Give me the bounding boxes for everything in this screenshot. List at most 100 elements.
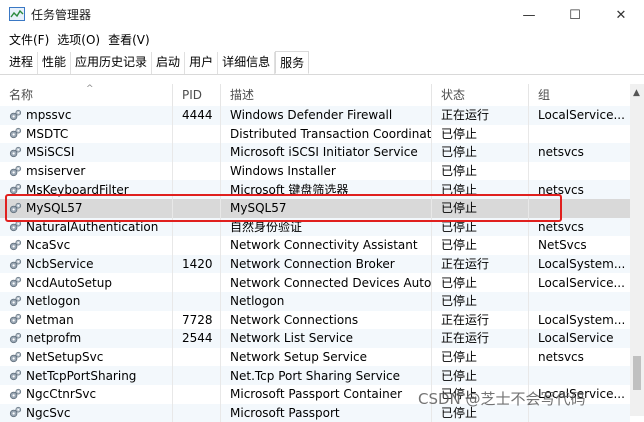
service-gear-icon [9, 332, 22, 345]
service-gear-icon [9, 406, 22, 419]
service-pid: 7728 [173, 311, 221, 330]
column-header-description[interactable]: 描述 [221, 84, 432, 106]
service-description: Network Connectivity Assistant [221, 236, 432, 255]
table-row[interactable]: NcdAutoSetup Network Connected Devices Au… [0, 273, 630, 292]
service-name-cell: Netman [0, 311, 173, 330]
service-description: Network Connected Devices Auto... [221, 273, 432, 292]
service-gear-icon [9, 258, 22, 271]
service-status: 已停止 [432, 162, 529, 181]
service-description: Network Connection Broker [221, 255, 432, 274]
table-row[interactable]: NetlogonNetlogon已停止 [0, 292, 630, 311]
tab-users[interactable]: 用户 [185, 52, 218, 74]
service-name: MSDTC [26, 125, 68, 143]
table-row[interactable]: netprofm2544Network List Service正在运行Loca… [0, 329, 630, 348]
service-description: Windows Installer [221, 162, 432, 181]
service-description: Microsoft Passport [221, 404, 432, 422]
column-header-group[interactable]: 组 [529, 84, 630, 106]
table-row[interactable]: Netman7728Network Connections正在运行LocalSy… [0, 311, 630, 330]
tab-details[interactable]: 详细信息 [218, 52, 275, 74]
tab-performance[interactable]: 性能 [38, 52, 71, 74]
table-row[interactable]: NcbService1420Network Connection Broker正… [0, 255, 630, 274]
service-status: 正在运行 [432, 106, 529, 125]
maximize-button[interactable]: ☐ [552, 0, 598, 30]
sort-up-icon: ^ [86, 78, 94, 100]
service-name: Netlogon [26, 292, 80, 310]
service-name-cell: NcdAutoSetup [0, 273, 173, 292]
service-pid [173, 236, 221, 255]
service-group: NetSvcs [529, 236, 630, 255]
service-name: NcbService [26, 255, 94, 273]
service-name: NgcSvc [26, 404, 71, 422]
service-gear-icon [9, 369, 22, 382]
minimize-button[interactable]: — [506, 0, 552, 30]
service-group: LocalService... [529, 273, 630, 292]
menu-view[interactable]: 查看(V) [104, 30, 154, 50]
service-pid: 4444 [173, 106, 221, 125]
service-name-cell: MSiSCSI [0, 143, 173, 162]
service-name: msiserver [26, 162, 85, 180]
column-header-status[interactable]: 状态 [432, 84, 529, 106]
service-status: 已停止 [432, 143, 529, 162]
service-gear-icon [9, 146, 22, 159]
highlight-box [5, 194, 562, 222]
tab-services[interactable]: 服务 [275, 51, 309, 74]
service-name-cell: mpssvc [0, 106, 173, 125]
table-row[interactable]: NetSetupSvc Network Setup Service已停止netsv… [0, 348, 630, 367]
scrollbar-thumb[interactable] [633, 356, 641, 390]
tab-startup[interactable]: 启动 [152, 52, 185, 74]
service-name: Netman [26, 311, 74, 329]
service-name: NcdAutoSetup [26, 274, 112, 292]
service-group: LocalService... [529, 106, 630, 125]
service-status: 已停止 [432, 236, 529, 255]
service-name: mpssvc [26, 106, 72, 124]
service-description: Netlogon [221, 292, 432, 311]
table-row[interactable]: msiserver Windows Installer已停止 [0, 162, 630, 181]
menu-options[interactable]: 选项(O) [53, 30, 104, 50]
close-button[interactable]: ✕ [598, 0, 644, 30]
task-manager-icon [9, 7, 25, 21]
service-status: 已停止 [432, 348, 529, 367]
service-pid [173, 385, 221, 404]
service-gear-icon [9, 165, 22, 178]
service-group [529, 366, 630, 385]
service-name: NcaSvc [26, 236, 70, 254]
table-row[interactable]: NetTcpPortSharing Net.Tcp Port Sharing Se… [0, 366, 630, 385]
service-gear-icon [9, 239, 22, 252]
table-row[interactable]: NcaSvc Network Connectivity Assistant已停止N… [0, 236, 630, 255]
services-list: mpssvc4444Windows Defender Firewall正在运行L… [0, 106, 630, 422]
table-row[interactable]: MSiSCSI Microsoft iSCSI Initiator Service… [0, 143, 630, 162]
menu-file[interactable]: 文件(F) [0, 30, 53, 50]
service-name-cell: NcaSvc [0, 236, 173, 255]
service-pid [173, 366, 221, 385]
service-group: netsvcs [529, 348, 630, 367]
column-header-pid[interactable]: PID [173, 84, 221, 106]
service-gear-icon [9, 295, 22, 308]
table-row[interactable]: mpssvc4444Windows Defender Firewall正在运行L… [0, 106, 630, 125]
service-name-cell: NetSetupSvc [0, 348, 173, 367]
service-pid: 1420 [173, 255, 221, 274]
service-name-cell: NetTcpPortSharing [0, 366, 173, 385]
service-description: Microsoft iSCSI Initiator Service [221, 143, 432, 162]
service-pid [173, 162, 221, 181]
service-name: NetSetupSvc [26, 348, 103, 366]
service-pid [173, 404, 221, 422]
menu-bar: 文件(F) 选项(O) 查看(V) [0, 30, 644, 50]
scroll-up-icon[interactable]: ▲ [633, 88, 640, 98]
table-row[interactable]: MSDTCDistributed Transaction Coordinat..… [0, 125, 630, 144]
service-name-cell: Netlogon [0, 292, 173, 311]
tab-strip: 进程 性能 应用历史记录 启动 用户 详细信息 服务 [0, 52, 644, 75]
service-name: netprofm [26, 329, 81, 347]
service-description: Network Setup Service [221, 348, 432, 367]
tab-app-history[interactable]: 应用历史记录 [71, 52, 152, 74]
service-group: netsvcs [529, 143, 630, 162]
service-pid [173, 125, 221, 144]
vertical-scrollbar[interactable]: ▲ [630, 84, 644, 416]
service-status: 正在运行 [432, 311, 529, 330]
column-header-name[interactable]: ^ 名称 [0, 84, 173, 106]
service-name-cell: netprofm [0, 329, 173, 348]
service-name-cell: NgcCtnrSvc [0, 385, 173, 404]
service-pid [173, 292, 221, 311]
service-description: Net.Tcp Port Sharing Service [221, 366, 432, 385]
tab-processes[interactable]: 进程 [0, 52, 38, 74]
service-name-cell: NcbService [0, 255, 173, 274]
